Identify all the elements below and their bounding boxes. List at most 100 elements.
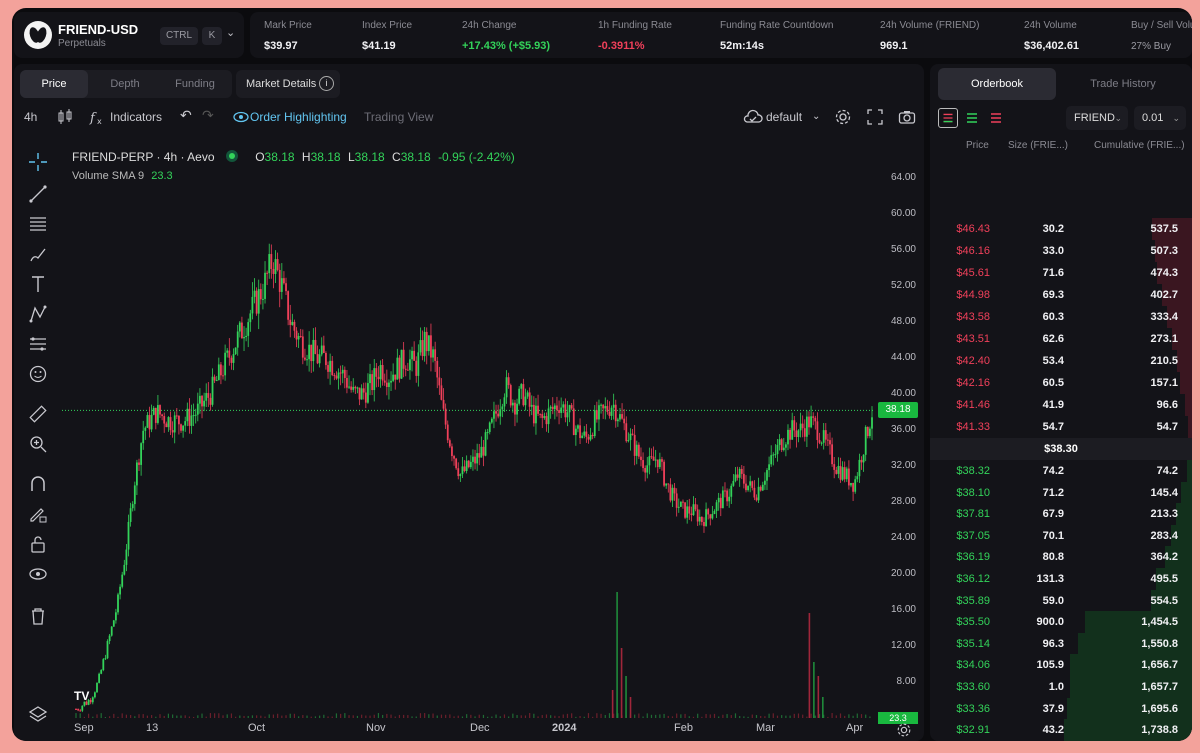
bid-row[interactable]: $33.36 37.9 1,695.6: [930, 697, 1192, 720]
bid-row[interactable]: $36.12 131.3 495.5: [930, 568, 1192, 590]
ask-row[interactable]: $43.51 62.6 273.1: [930, 328, 1192, 350]
ask-row[interactable]: $46.16 33.0 507.3: [930, 240, 1192, 262]
tab-trade-history[interactable]: Trade History: [1062, 68, 1184, 100]
ruler-icon[interactable]: [28, 404, 48, 424]
volume-bar: [671, 716, 674, 718]
ask-row[interactable]: $44.98 69.3 402.7: [930, 284, 1192, 306]
emoji-icon[interactable]: [28, 364, 48, 384]
layout-chevron-icon[interactable]: ⌄: [812, 111, 820, 122]
candle-body: [295, 330, 298, 340]
market-selector[interactable]: FRIEND-USD Perpetuals CTRL K ⌄: [14, 12, 244, 58]
cloud-save-icon[interactable]: [742, 108, 764, 126]
bid-row[interactable]: $32.91 43.2 1,738.8: [930, 719, 1192, 741]
candle-body: [858, 459, 861, 477]
view-bids-icon[interactable]: [962, 108, 982, 128]
trading-view-toggle[interactable]: Trading View: [364, 110, 433, 124]
volume-bar: [365, 715, 367, 718]
market-details-button[interactable]: Market Details i: [236, 70, 340, 98]
candle-body: [843, 467, 846, 480]
bid-row[interactable]: $37.05 70.1 283.4: [930, 524, 1192, 547]
ask-cum: 54.7: [1156, 421, 1178, 433]
fib-retracement-icon[interactable]: [28, 214, 48, 234]
chevron-down-icon[interactable]: ⌄: [226, 26, 235, 39]
candle-type-icon[interactable]: [56, 108, 74, 126]
crosshair-icon[interactable]: [28, 152, 48, 172]
view-both-icon[interactable]: [938, 108, 958, 128]
candle-body: [530, 404, 533, 407]
candle-body: [532, 404, 535, 424]
volume-bar: [839, 713, 842, 718]
candle-body: [133, 485, 136, 505]
candle-body: [320, 345, 323, 355]
candle-body: [180, 424, 182, 431]
bid-row[interactable]: $35.50 900.0 1,454.5: [930, 611, 1192, 634]
ask-row[interactable]: $42.40 53.4 210.5: [930, 350, 1192, 372]
bid-row[interactable]: $35.14 96.3 1,550.8: [930, 632, 1192, 655]
ask-row[interactable]: $41.46 41.9 96.6: [930, 394, 1192, 416]
bid-depth-bar: [1181, 481, 1192, 504]
fullscreen-icon[interactable]: [866, 108, 884, 126]
ask-row[interactable]: $42.16 60.5 157.1: [930, 372, 1192, 394]
chart-settings-gear-icon[interactable]: [896, 722, 912, 738]
bid-row[interactable]: $38.10 71.2 145.4: [930, 481, 1192, 504]
eye-hide-icon[interactable]: [28, 564, 48, 584]
layout-select[interactable]: default: [766, 110, 802, 124]
trend-line-icon[interactable]: [28, 184, 48, 204]
order-highlighting-toggle[interactable]: Order Highlighting: [250, 110, 347, 124]
redo-icon[interactable]: ↷: [202, 107, 214, 124]
brush-icon[interactable]: [28, 244, 48, 264]
ask-price: $42.16: [956, 377, 990, 389]
volume-bar: [730, 715, 732, 718]
indicators-button[interactable]: Indicators: [110, 110, 162, 124]
gear-icon[interactable]: [834, 108, 852, 126]
candle-body: [583, 431, 586, 436]
tab-orderbook[interactable]: Orderbook: [938, 68, 1056, 100]
bid-row[interactable]: $38.32 74.2 74.2: [930, 460, 1192, 482]
bid-row[interactable]: $36.19 80.8 364.2: [930, 546, 1192, 569]
candle-body: [661, 459, 663, 462]
candle-body: [232, 354, 235, 363]
interval-select[interactable]: 4h: [24, 110, 37, 124]
magnet-icon[interactable]: [28, 474, 48, 494]
candle-body: [606, 406, 609, 412]
ask-row[interactable]: $43.58 60.3 333.4: [930, 306, 1192, 328]
candle-body: [201, 395, 203, 407]
candle-body: [495, 411, 497, 414]
lock-icon[interactable]: [28, 534, 48, 554]
candle-body: [703, 522, 705, 527]
bid-row[interactable]: $33.60 1.0 1,657.7: [930, 676, 1192, 698]
candle-body: [707, 509, 710, 515]
candle-body: [354, 386, 357, 389]
price-tick: 48.00: [890, 316, 916, 327]
candle-body: [824, 430, 827, 440]
ask-row[interactable]: $46.43 30.2 537.5: [930, 218, 1192, 240]
tab-funding[interactable]: Funding: [162, 70, 228, 98]
tab-price[interactable]: Price: [20, 70, 88, 98]
tick-size-select[interactable]: 0.01 ⌄: [1134, 106, 1186, 130]
candle-body: [514, 402, 516, 415]
volume-bar: [369, 715, 371, 718]
text-tool-icon[interactable]: [28, 274, 48, 294]
bid-row[interactable]: $35.89 59.0 554.5: [930, 589, 1192, 612]
view-asks-icon[interactable]: [986, 108, 1006, 128]
bid-row[interactable]: $37.81 67.9 213.3: [930, 503, 1192, 526]
asset-select[interactable]: FRIEND ⌄: [1066, 106, 1128, 130]
volume-bar: [466, 714, 468, 718]
price-chart[interactable]: [62, 142, 874, 718]
tab-depth[interactable]: Depth: [92, 70, 158, 98]
candle-body: [694, 504, 697, 510]
candle-body: [793, 420, 796, 431]
indicators-icon[interactable]: f x: [88, 108, 106, 126]
pattern-icon[interactable]: [28, 304, 48, 324]
undo-icon[interactable]: ↶: [180, 107, 192, 124]
camera-icon[interactable]: [898, 108, 916, 126]
bid-row[interactable]: $34.06 105.9 1,656.7: [930, 654, 1192, 677]
ask-row[interactable]: $41.33 54.7 54.7: [930, 416, 1192, 438]
lock-pen-icon[interactable]: [28, 504, 48, 524]
layers-icon[interactable]: [28, 704, 48, 724]
zoom-in-icon[interactable]: [28, 434, 48, 454]
ask-row[interactable]: $45.61 71.6 474.3: [930, 262, 1192, 284]
candle-body: [770, 455, 773, 465]
prediction-icon[interactable]: [28, 334, 48, 354]
trash-icon[interactable]: [28, 606, 48, 626]
